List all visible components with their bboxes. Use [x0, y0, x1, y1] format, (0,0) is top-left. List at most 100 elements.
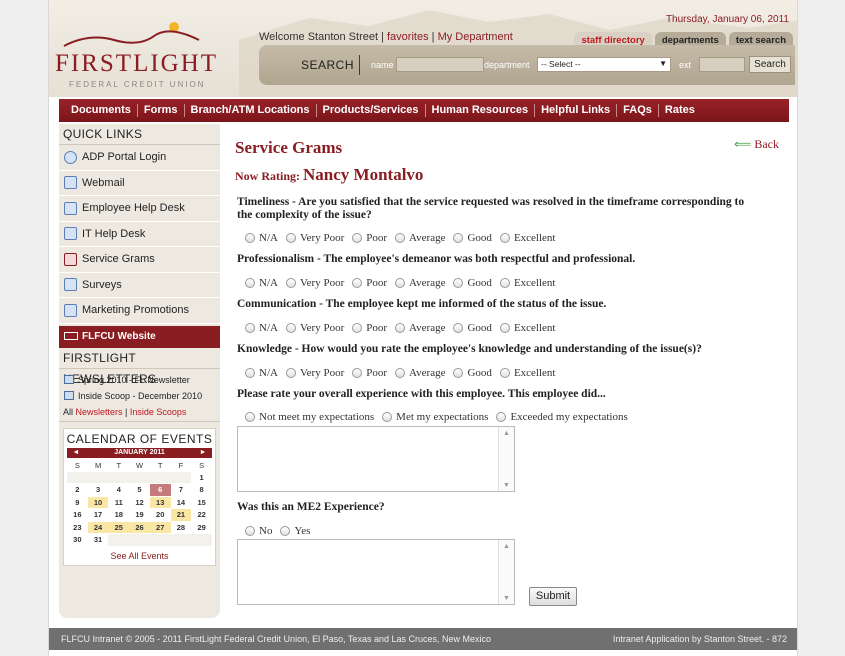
radio-knowledge-average[interactable]: Average: [395, 367, 445, 379]
calendar-day[interactable]: 30: [67, 534, 88, 547]
radio-timeliness-good[interactable]: Good: [453, 232, 492, 244]
radio-knowledge-na[interactable]: N/A: [245, 367, 278, 379]
radio-knowledge-good[interactable]: Good: [453, 367, 492, 379]
scroll-up-icon[interactable]: ▲: [503, 542, 510, 550]
calendar-day-event[interactable]: 27: [149, 521, 171, 534]
calendar-day[interactable]: 14: [170, 497, 192, 509]
calendar-day[interactable]: 29: [191, 522, 212, 534]
search-button[interactable]: Search: [749, 56, 791, 73]
quick-link-it-help-desk[interactable]: IT Help Desk: [59, 222, 220, 247]
calendar-day[interactable]: 23: [67, 522, 88, 534]
calendar-day[interactable]: 1: [191, 472, 212, 484]
radio-communication-very-poor[interactable]: Very Poor: [285, 322, 344, 334]
calendar-day[interactable]: 16: [67, 509, 88, 522]
radio-overall-not-meet[interactable]: Not meet my expectations: [245, 411, 374, 423]
quick-link-service-grams[interactable]: Service Grams: [59, 247, 220, 273]
nav-helpful-links[interactable]: Helpful Links: [535, 104, 618, 117]
radio-communication-good[interactable]: Good: [453, 322, 492, 334]
radio-timeliness-very-poor[interactable]: Very Poor: [285, 232, 344, 244]
nav-human-resources[interactable]: Human Resources: [426, 104, 536, 117]
calendar-day[interactable]: 4: [108, 484, 130, 497]
calendar-day-event[interactable]: 26: [129, 521, 150, 534]
textarea-scrollbar[interactable]: ▲ ▼: [498, 427, 514, 491]
radio-overall-exceeded[interactable]: Exceeded my expectations: [496, 411, 628, 423]
calendar-day[interactable]: 11: [108, 497, 130, 509]
quick-link-webmail[interactable]: Webmail: [59, 171, 220, 196]
radio-communication-na[interactable]: N/A: [245, 322, 278, 334]
all-newsletters-link[interactable]: Newsletters: [76, 407, 123, 417]
nav-faqs[interactable]: FAQs: [617, 104, 659, 117]
radio-communication-excellent[interactable]: Excellent: [499, 322, 555, 334]
scroll-down-icon[interactable]: ▼: [503, 594, 510, 602]
flfcu-website-link[interactable]: FLFCU Website: [59, 325, 220, 348]
radio-timeliness-average[interactable]: Average: [395, 232, 445, 244]
scroll-up-icon[interactable]: ▲: [503, 429, 510, 437]
radio-professionalism-excellent[interactable]: Excellent: [499, 277, 555, 289]
quick-link-employee-help-desk[interactable]: Employee Help Desk: [59, 196, 220, 222]
calendar-day[interactable]: 17: [87, 509, 109, 522]
radio-knowledge-very-poor[interactable]: Very Poor: [285, 367, 344, 379]
radio-timeliness-excellent[interactable]: Excellent: [499, 232, 555, 244]
quick-link-surveys[interactable]: Surveys: [59, 273, 220, 298]
calendar-day[interactable]: 31: [87, 534, 109, 547]
calendar-day-event[interactable]: 13: [149, 496, 171, 509]
see-all-events-link[interactable]: See All Events: [64, 551, 215, 561]
department-select[interactable]: -- Select -- ▼: [537, 57, 671, 72]
favorites-link[interactable]: favorites: [387, 31, 429, 43]
textarea-scrollbar[interactable]: ▲ ▼: [498, 540, 514, 604]
ext-input[interactable]: [699, 57, 745, 72]
submit-button[interactable]: Submit: [529, 587, 577, 606]
radio-me2-yes[interactable]: Yes: [280, 525, 310, 537]
radio-professionalism-very-poor[interactable]: Very Poor: [285, 277, 344, 289]
calendar-day[interactable]: 15: [191, 497, 212, 509]
back-link[interactable]: ⟸ Back: [734, 137, 779, 152]
calendar-day[interactable]: 18: [108, 509, 130, 522]
overall-comments-textarea[interactable]: ▲ ▼: [237, 426, 515, 492]
calendar-day[interactable]: 19: [129, 509, 150, 522]
calendar-day[interactable]: 7: [170, 484, 192, 497]
all-inside-scoops-link[interactable]: Inside Scoops: [130, 407, 187, 417]
radio-professionalism-good[interactable]: Good: [453, 277, 492, 289]
calendar-day[interactable]: 12: [129, 497, 150, 509]
calendar-day[interactable]: 22: [191, 509, 212, 522]
quick-link-marketing-promotions[interactable]: Marketing Promotions: [59, 298, 220, 324]
radio-professionalism-na[interactable]: N/A: [245, 277, 278, 289]
calendar-day[interactable]: 2: [67, 484, 88, 497]
nav-documents[interactable]: Documents: [65, 104, 138, 117]
prev-month-icon[interactable]: ◄: [67, 449, 85, 456]
calendar-day[interactable]: 5: [129, 484, 150, 497]
radio-professionalism-average[interactable]: Average: [395, 277, 445, 289]
radio-timeliness-poor[interactable]: Poor: [352, 232, 387, 244]
calendar-day[interactable]: 8: [191, 484, 212, 497]
calendar-day[interactable]: 28: [170, 522, 192, 534]
radio-timeliness-na[interactable]: N/A: [245, 232, 278, 244]
calendar-day-event[interactable]: 21: [170, 509, 192, 522]
radio-communication-poor[interactable]: Poor: [352, 322, 387, 334]
newsletter-inside-scoop[interactable]: Inside Scoop - December 2010: [59, 388, 220, 404]
name-input[interactable]: [396, 57, 484, 72]
radio-communication-average[interactable]: Average: [395, 322, 445, 334]
my-department-link[interactable]: My Department: [438, 31, 513, 43]
radio-knowledge-poor[interactable]: Poor: [352, 367, 387, 379]
radio-professionalism-poor[interactable]: Poor: [352, 277, 387, 289]
quick-link-adp-portal[interactable]: ADP Portal Login: [59, 145, 220, 171]
me2-comments-textarea[interactable]: ▲ ▼: [237, 539, 515, 605]
radio-overall-met[interactable]: Met my expectations: [382, 411, 488, 423]
calendar-day-event[interactable]: 10: [87, 496, 109, 509]
nav-rates[interactable]: Rates: [659, 104, 701, 117]
nav-products-services[interactable]: Products/Services: [317, 104, 426, 117]
calendar-day[interactable]: 9: [67, 497, 88, 509]
radio-me2-no[interactable]: No: [245, 525, 272, 537]
nav-forms[interactable]: Forms: [138, 104, 185, 117]
logo-text[interactable]: FIRSTLIGHT: [55, 50, 218, 78]
calendar-day-event[interactable]: 25: [108, 521, 130, 534]
newsletter-spring-2010[interactable]: Spring 2010 - FL Newsletter: [59, 372, 220, 388]
calendar-day[interactable]: 3: [87, 484, 109, 497]
nav-branch-atm-locations[interactable]: Branch/ATM Locations: [185, 104, 317, 117]
radio-knowledge-excellent[interactable]: Excellent: [499, 367, 555, 379]
calendar-day[interactable]: 20: [149, 509, 171, 522]
scroll-down-icon[interactable]: ▼: [503, 481, 510, 489]
next-month-icon[interactable]: ►: [194, 449, 212, 456]
calendar-day-today[interactable]: 6: [149, 484, 171, 497]
calendar-day-event[interactable]: 24: [87, 521, 109, 534]
